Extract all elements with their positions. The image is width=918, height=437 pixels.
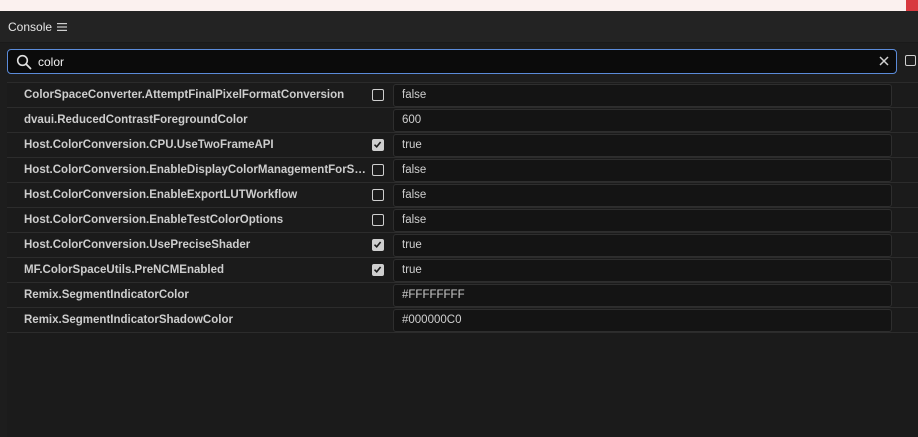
search-option-checkbox[interactable] (905, 55, 916, 66)
setting-name: MF.ColorSpaceUtils.PreNCMEnabled (24, 264, 225, 276)
setting-value-field[interactable]: true (393, 234, 892, 257)
setting-name: ColorSpaceConverter.AttemptFinalPixelFor… (24, 89, 345, 101)
setting-checkbox[interactable] (372, 189, 384, 201)
setting-value-field[interactable]: false (393, 84, 892, 107)
setting-value-field[interactable]: true (393, 259, 892, 282)
table-row: ColorSpaceConverter.AttemptFinalPixelFor… (7, 83, 918, 108)
setting-name: Host.ColorConversion.UsePreciseShader (24, 239, 251, 251)
setting-value-field[interactable]: #FFFFFFFF (393, 284, 892, 307)
console-settings-list: ColorSpaceConverter.AttemptFinalPixelFor… (7, 82, 918, 437)
search-icon (16, 54, 32, 70)
setting-name: Remix.SegmentIndicatorColor (24, 289, 189, 301)
hamburger-menu-icon[interactable] (56, 21, 68, 33)
table-row: Host.ColorConversion.EnableDisplayColorM… (7, 158, 918, 183)
checkmark-icon (373, 141, 382, 148)
close-icon[interactable] (878, 55, 890, 67)
setting-name: dvaui.ReducedContrastForegroundColor (24, 114, 248, 126)
setting-checkbox[interactable] (372, 214, 384, 226)
table-row: Host.ColorConversion.CPU.UseTwoFrameAPI t… (7, 133, 918, 158)
setting-checkbox[interactable] (372, 139, 384, 151)
setting-value-field[interactable]: true (393, 134, 892, 157)
checkmark-icon (373, 266, 382, 273)
setting-value-field[interactable]: 600 (393, 109, 892, 132)
panel-title: Console (8, 20, 53, 34)
setting-name: Remix.SegmentIndicatorShadowColor (24, 314, 233, 326)
search-box[interactable] (7, 49, 897, 74)
setting-name: Host.ColorConversion.EnableTestColorOpti… (24, 214, 284, 226)
table-row: dvaui.ReducedContrastForegroundColor 600 (7, 108, 918, 133)
table-row: Host.ColorConversion.EnableTestColorOpti… (7, 208, 918, 233)
setting-value-field[interactable]: false (393, 159, 892, 182)
table-row: Remix.SegmentIndicatorColor #FFFFFFFF (7, 283, 918, 308)
setting-checkbox[interactable] (372, 89, 384, 101)
table-row: MF.ColorSpaceUtils.PreNCMEnabled true (7, 258, 918, 283)
setting-value-field[interactable]: #000000C0 (393, 309, 892, 332)
table-row: Remix.SegmentIndicatorShadowColor #000000… (7, 308, 918, 333)
setting-name: Host.ColorConversion.CPU.UseTwoFrameAPI (24, 139, 274, 151)
window-close-button[interactable] (906, 0, 918, 11)
setting-checkbox[interactable] (372, 264, 384, 276)
setting-name: Host.ColorConversion.EnableExportLUTWork… (24, 189, 298, 201)
setting-name: Host.ColorConversion.EnableDisplayColorM… (24, 164, 369, 176)
setting-value-field[interactable]: false (393, 209, 892, 232)
setting-value-field[interactable]: false (393, 184, 892, 207)
table-row: Host.ColorConversion.UsePreciseShader tru… (7, 233, 918, 258)
window-top-strip (0, 0, 918, 11)
checkmark-icon (373, 241, 382, 248)
setting-checkbox[interactable] (372, 239, 384, 251)
setting-checkbox[interactable] (372, 164, 384, 176)
search-input[interactable] (38, 53, 858, 71)
table-row: Host.ColorConversion.EnableExportLUTWork… (7, 183, 918, 208)
panel-header: Console (0, 11, 918, 43)
